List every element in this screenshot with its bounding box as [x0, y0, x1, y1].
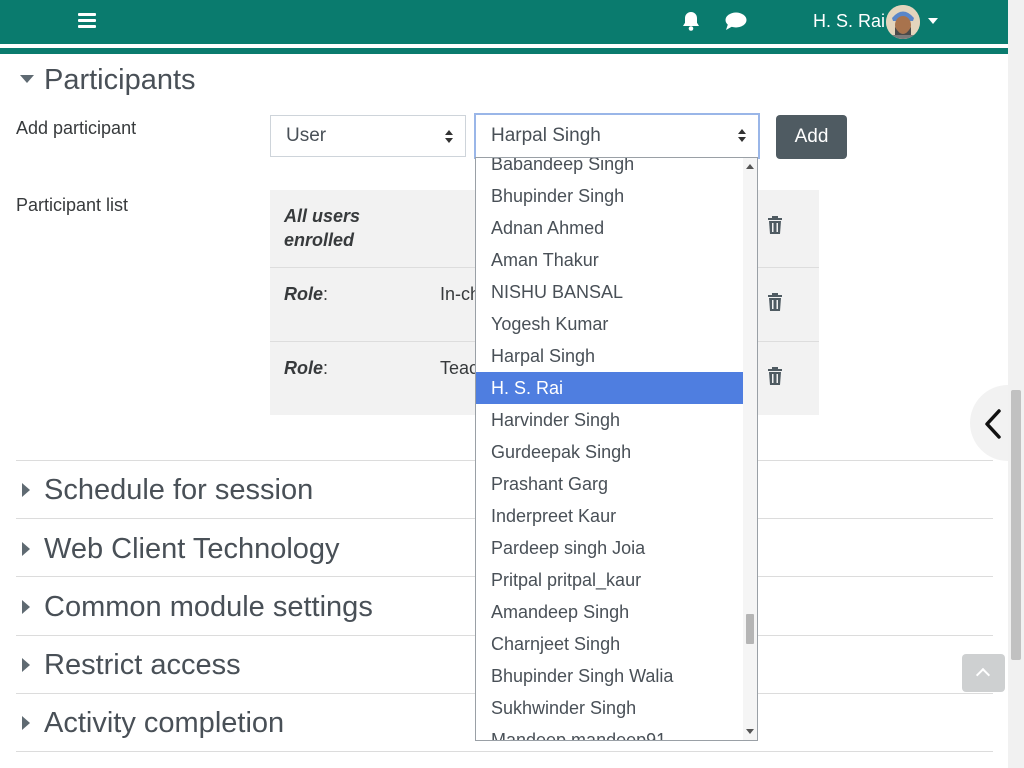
dropdown-scroll-thumb[interactable]	[746, 614, 754, 644]
user-avatar[interactable]	[886, 5, 920, 39]
participant-type-select[interactable]: User	[270, 115, 466, 157]
dropdown-option[interactable]: Charnjeet Singh	[476, 628, 744, 660]
dropdown-option[interactable]: Babandeep Singh	[476, 158, 744, 180]
participant-list-label: Participant list	[16, 195, 129, 215]
dropdown-option[interactable]: Bhupinder Singh	[476, 180, 744, 212]
back-to-top-button[interactable]	[962, 654, 1005, 692]
dropdown-option[interactable]: Adnan Ahmed	[476, 212, 744, 244]
section-title: Schedule for session	[44, 474, 314, 506]
trash-icon[interactable]	[767, 293, 783, 311]
chevron-right-icon	[22, 716, 30, 730]
add-button[interactable]: Add	[776, 115, 847, 159]
section-title: Restrict access	[44, 649, 241, 681]
dropdown-option[interactable]: Harvinder Singh	[476, 404, 744, 436]
section-title: Common module settings	[44, 591, 373, 623]
dropdown-option[interactable]: Aman Thakur	[476, 244, 744, 276]
add-participant-label: Add participant	[16, 118, 137, 138]
dropdown-option[interactable]: Mandeep mandeep91	[476, 724, 744, 740]
dropdown-option-highlighted[interactable]: H. S. Rai	[476, 372, 744, 404]
chevron-right-icon	[22, 483, 30, 497]
select-arrows-icon	[445, 130, 453, 144]
chevron-left-icon	[985, 409, 1001, 439]
dropdown-option[interactable]: Prashant Garg	[476, 468, 744, 500]
scroll-down-arrow-icon[interactable]	[746, 729, 754, 734]
participant-select[interactable]: Harpal Singh	[474, 113, 760, 159]
bell-icon[interactable]	[680, 10, 702, 32]
dropdown-option[interactable]: Harpal Singh	[476, 340, 744, 372]
select-arrows-icon	[738, 129, 746, 143]
page-scroll-thumb[interactable]	[1011, 390, 1021, 660]
dropdown-option[interactable]: Yogesh Kumar	[476, 308, 744, 340]
dropdown-option[interactable]: Gurdeepak Singh	[476, 436, 744, 468]
dropdown-option[interactable]: Pritpal pritpal_kaur	[476, 564, 744, 596]
trash-icon[interactable]	[767, 216, 783, 234]
participant-key: Role:	[284, 284, 329, 304]
navbar-underline	[0, 48, 1008, 54]
chevron-down-icon	[20, 75, 34, 83]
dropdown-items: Babandeep Singh Bhupinder Singh Adnan Ah…	[476, 158, 744, 740]
hamburger-menu-icon[interactable]	[78, 11, 98, 31]
chevron-right-icon	[22, 658, 30, 672]
dropdown-option[interactable]: Inderpreet Kaur	[476, 500, 744, 532]
participant-value: Teac	[440, 358, 479, 378]
section-divider	[16, 751, 993, 752]
participant-key: Role:	[284, 358, 329, 378]
chevron-right-icon	[22, 542, 30, 556]
select-value: User	[286, 125, 327, 146]
user-name[interactable]: H. S. Rai	[813, 10, 885, 32]
section-title: Web Client Technology	[44, 533, 340, 565]
dropdown-option[interactable]: NISHU BANSAL	[476, 276, 744, 308]
section-title: Participants	[44, 64, 196, 96]
dropdown-option[interactable]: Amandeep Singh	[476, 596, 744, 628]
caret-down-icon[interactable]	[928, 18, 938, 24]
top-navbar: H. S. Rai	[0, 0, 1008, 48]
participant-key: All users enrolled	[284, 206, 361, 250]
participant-dropdown-list[interactable]: Babandeep Singh Bhupinder Singh Adnan Ah…	[475, 157, 758, 741]
dropdown-scrollbar[interactable]	[743, 158, 757, 740]
select-value: Harpal Singh	[491, 125, 601, 146]
section-title: Activity completion	[44, 707, 285, 739]
trash-icon[interactable]	[767, 367, 783, 385]
dropdown-option[interactable]: Pardeep singh Joia	[476, 532, 744, 564]
scroll-up-arrow-icon[interactable]	[746, 164, 754, 169]
dropdown-option[interactable]: Sukhwinder Singh	[476, 692, 744, 724]
chat-bubble-icon[interactable]	[724, 10, 748, 32]
dropdown-option[interactable]: Bhupinder Singh Walia	[476, 660, 744, 692]
chevron-right-icon	[22, 600, 30, 614]
